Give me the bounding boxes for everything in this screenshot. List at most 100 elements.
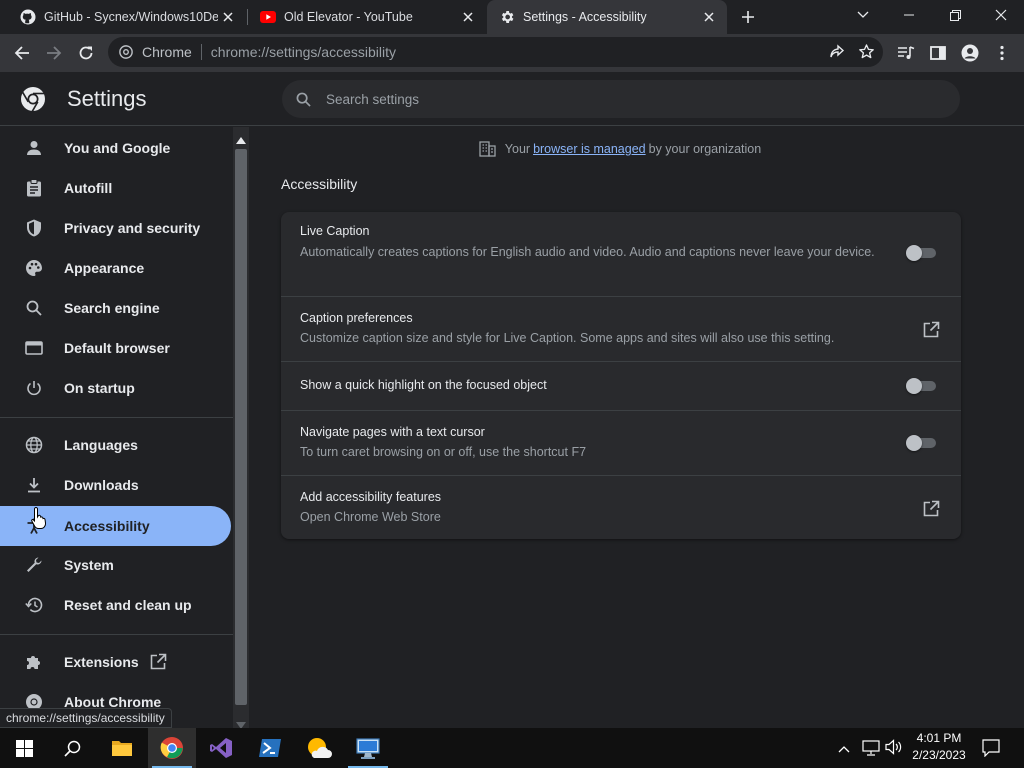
sidebar-scrollbar[interactable] — [233, 127, 249, 729]
sidebar-item-on-startup[interactable]: On startup — [0, 368, 231, 408]
start-button[interactable] — [0, 728, 48, 768]
tab-search-button[interactable] — [840, 0, 886, 30]
file-explorer-button[interactable] — [98, 728, 146, 768]
search-box[interactable] — [282, 80, 960, 118]
sidebar-item-label: Reset and clean up — [64, 597, 192, 613]
scheme-label: Chrome — [142, 44, 192, 60]
taskbar-search-button[interactable] — [48, 728, 96, 768]
sidebar-item-downloads[interactable]: Downloads — [0, 465, 231, 505]
sidebar-item-label: Accessibility — [64, 518, 150, 534]
taskbar-clock[interactable]: 4:01 PM 2/23/2023 — [905, 730, 973, 766]
sidebar-item-default-browser[interactable]: Default browser — [0, 328, 231, 368]
close-icon[interactable] — [218, 7, 238, 27]
open-in-new-icon[interactable] — [921, 319, 941, 339]
bookmark-star-icon[interactable] — [858, 43, 875, 63]
side-panel-button[interactable] — [924, 39, 952, 67]
sidebar-item-languages[interactable]: Languages — [0, 425, 231, 465]
row-subtitle: Automatically creates captions for Engli… — [300, 245, 875, 259]
quick-highlight-toggle[interactable] — [906, 378, 938, 394]
remote-desktop-button[interactable] — [344, 728, 392, 768]
live-caption-row[interactable]: Live Caption Automatically creates capti… — [281, 212, 961, 296]
status-bubble: chrome://settings/accessibility — [0, 708, 172, 728]
speaker-icon — [885, 739, 902, 755]
arrow-right-icon — [47, 46, 62, 60]
chrome-taskbar-button[interactable] — [148, 728, 196, 768]
profile-button[interactable] — [956, 39, 984, 67]
notifications-button[interactable] — [982, 739, 1000, 762]
open-in-new-icon[interactable] — [921, 498, 941, 518]
computer-icon — [356, 738, 380, 759]
chrome-icon[interactable] — [118, 44, 134, 60]
sidebar-item-label: Search engine — [64, 300, 160, 316]
powershell-icon — [259, 739, 281, 757]
quick-highlight-row[interactable]: Show a quick highlight on the focused ob… — [281, 361, 961, 410]
wrench-icon — [24, 555, 44, 575]
scroll-up-icon[interactable] — [236, 131, 246, 149]
page-title: Settings — [67, 86, 147, 111]
search-input[interactable] — [326, 91, 926, 107]
caret-browsing-row[interactable]: Navigate pages with a text cursor To tur… — [281, 410, 961, 475]
tab-title: Old Elevator - YouTube — [284, 10, 413, 24]
tab-settings[interactable]: Settings - Accessibility — [487, 0, 727, 34]
windows-taskbar: 4:01 PM 2/23/2023 — [0, 728, 1024, 768]
visual-studio-button[interactable] — [197, 728, 245, 768]
back-button[interactable] — [8, 39, 36, 67]
chrome-icon — [160, 737, 183, 759]
network-button[interactable] — [862, 740, 880, 761]
windows-logo-icon — [15, 739, 33, 757]
browser-icon — [24, 338, 44, 358]
close-icon[interactable] — [458, 7, 478, 27]
power-icon — [24, 378, 44, 398]
minimize-icon — [904, 14, 914, 16]
caption-preferences-row[interactable]: Caption preferences Customize caption si… — [281, 296, 961, 361]
sidebar-item-reset-and-clean-up[interactable]: Reset and clean up — [0, 585, 231, 625]
forward-button[interactable] — [40, 39, 68, 67]
restore-button[interactable] — [932, 0, 978, 30]
clipboard-icon — [24, 178, 44, 198]
row-title: Add accessibility features — [300, 490, 442, 504]
github-icon — [20, 9, 36, 25]
sidebar-item-label: Downloads — [64, 477, 139, 493]
menu-button[interactable] — [988, 39, 1016, 67]
weather-button[interactable] — [295, 728, 343, 768]
scroll-thumb[interactable] — [235, 149, 247, 705]
address-bar[interactable]: Chrome chrome://settings/accessibility — [108, 37, 883, 67]
sidebar-item-label: Autofill — [64, 180, 113, 196]
new-tab-button[interactable] — [736, 6, 760, 28]
sidebar-item-search-engine[interactable]: Search engine — [0, 288, 231, 328]
sidebar-item-extensions[interactable]: Extensions — [0, 642, 231, 682]
network-icon — [862, 740, 880, 756]
caret-browsing-toggle[interactable] — [906, 435, 938, 451]
settings-header: Settings — [0, 72, 1024, 126]
tab-title: GitHub - Sycnex/Windows10Debloater — [44, 10, 218, 24]
sidebar-item-you-and-google[interactable]: You and Google — [0, 128, 231, 168]
add-accessibility-features-row[interactable]: Add accessibility features Open Chrome W… — [281, 475, 961, 539]
sidebar-item-appearance[interactable]: Appearance — [0, 248, 231, 288]
sidebar-item-privacy-and-security[interactable]: Privacy and security — [0, 208, 231, 248]
search-icon — [24, 298, 44, 318]
sidebar-item-autofill[interactable]: Autofill — [0, 168, 231, 208]
mouse-pointer-icon — [30, 506, 48, 535]
reload-button[interactable] — [72, 39, 100, 67]
download-icon — [24, 475, 44, 495]
gear-icon — [499, 9, 515, 25]
sidebar-item-label: Appearance — [64, 260, 145, 276]
open-in-new-icon — [150, 653, 167, 673]
row-title: Live Caption — [300, 224, 370, 238]
share-icon[interactable] — [829, 44, 845, 63]
tab-github[interactable]: GitHub - Sycnex/Windows10Debloater — [8, 0, 246, 34]
tab-youtube[interactable]: Old Elevator - YouTube — [248, 0, 486, 34]
sidebar-item-system[interactable]: System — [0, 545, 231, 585]
minimize-button[interactable] — [886, 0, 932, 30]
volume-button[interactable] — [885, 739, 903, 760]
media-control-button[interactable] — [892, 39, 920, 67]
browser-managed-link[interactable]: browser is managed — [533, 142, 646, 156]
powershell-button[interactable] — [246, 728, 294, 768]
sidebar-item-label: Privacy and security — [64, 220, 201, 236]
show-hidden-icons-button[interactable] — [838, 740, 850, 758]
row-title: Caption preferences — [300, 311, 413, 325]
person-icon — [961, 44, 979, 62]
live-caption-toggle[interactable] — [906, 245, 938, 261]
close-icon[interactable] — [699, 7, 719, 27]
close-window-button[interactable] — [978, 0, 1024, 30]
